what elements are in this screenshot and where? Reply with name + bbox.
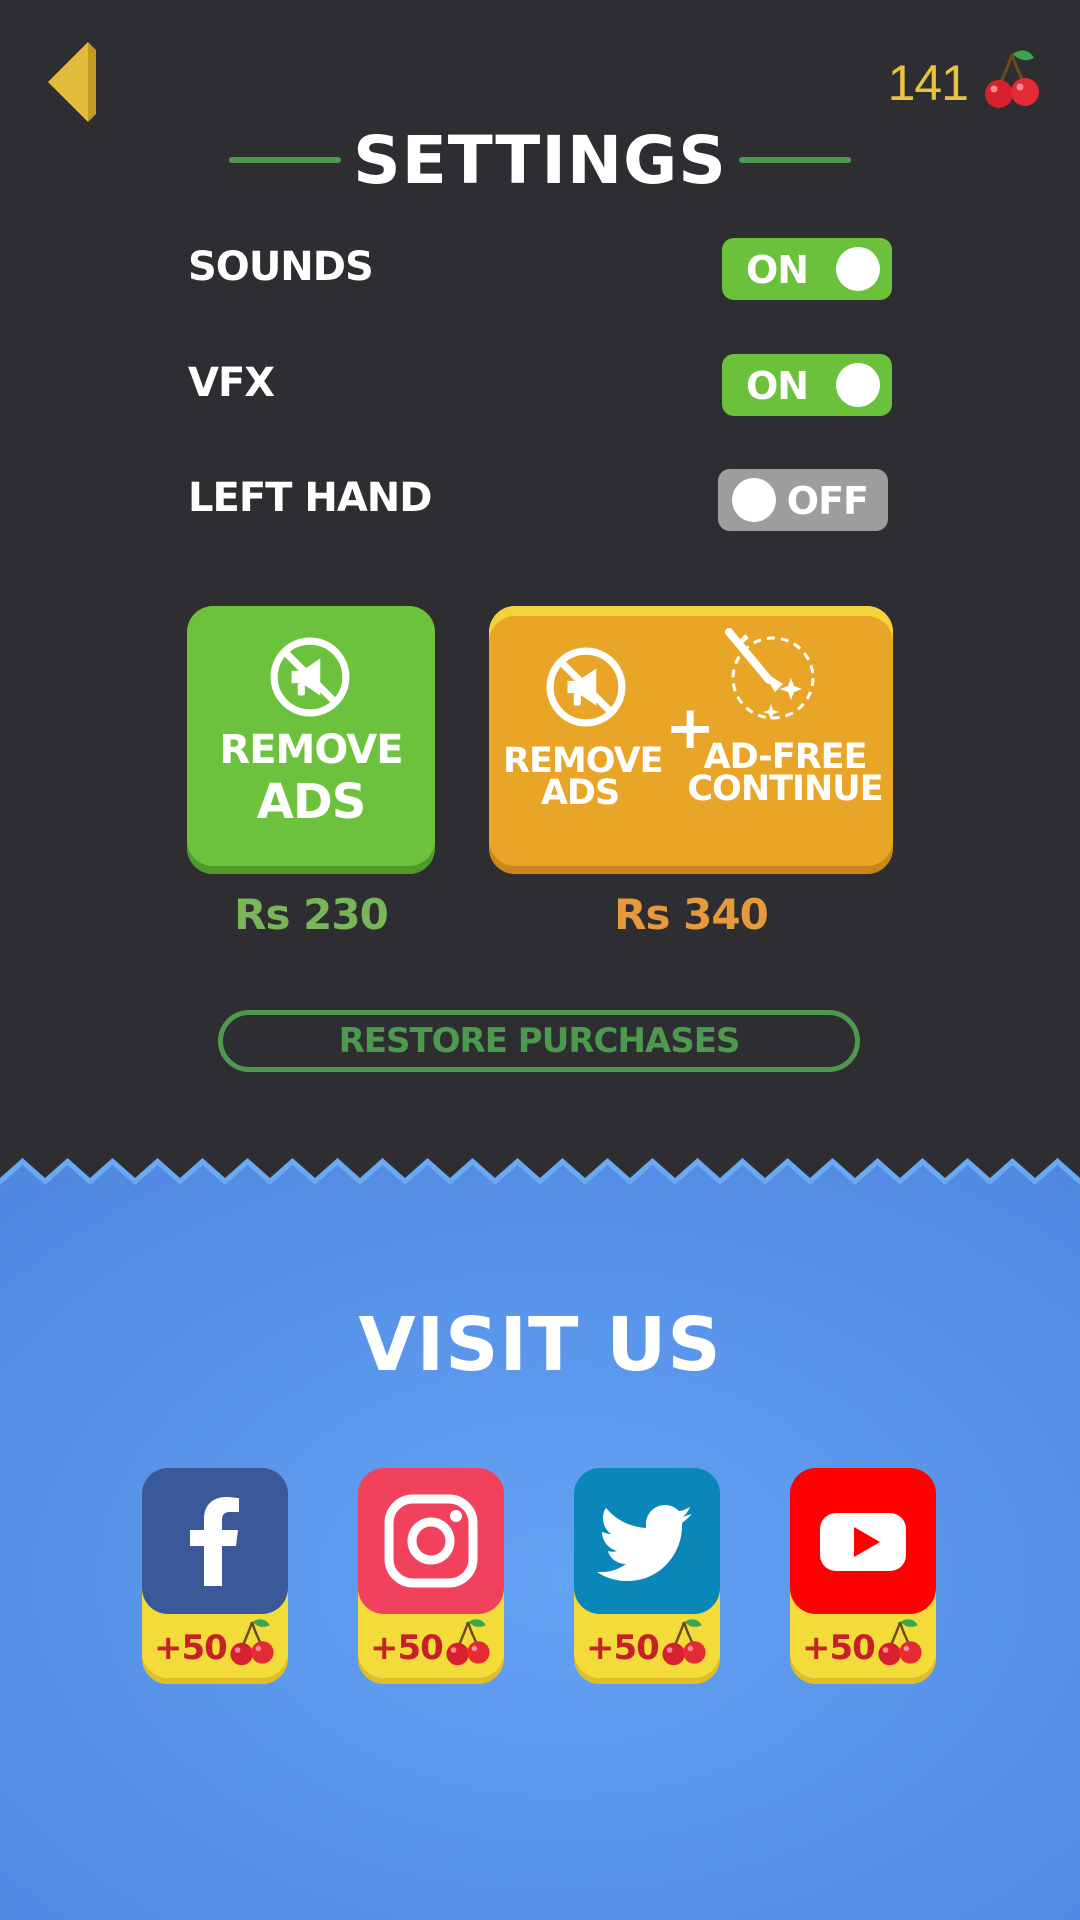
remove-ads-line1: REMOVE	[219, 727, 403, 773]
vfx-toggle[interactable]: ON	[722, 354, 892, 416]
instagram-reward: +50	[370, 1628, 444, 1668]
remove-ads-line2: ADS	[256, 774, 367, 830]
twitter-button[interactable]: +50	[574, 1468, 720, 1684]
cherry-icon	[660, 1616, 708, 1668]
page-title: SETTINGS	[353, 121, 727, 199]
back-button[interactable]	[44, 38, 104, 126]
restore-purchases-label: RESTORE PURCHASES	[338, 1021, 741, 1061]
cherry-icon	[876, 1616, 924, 1668]
instagram-button[interactable]: +50	[358, 1468, 504, 1684]
facebook-reward: +50	[154, 1628, 228, 1668]
twitter-reward: +50	[586, 1628, 660, 1668]
cherry-icon	[982, 48, 1042, 110]
youtube-reward: +50	[802, 1628, 876, 1668]
restore-purchases-button[interactable]: RESTORE PURCHASES	[218, 1010, 860, 1072]
toggle-knob	[836, 363, 880, 407]
sounds-toggle-state: ON	[746, 248, 809, 292]
title-line-right	[738, 157, 851, 163]
left-hand-label: LEFT HAND	[188, 475, 432, 521]
cherry-icon	[228, 1616, 276, 1668]
left-hand-toggle[interactable]: OFF	[718, 469, 888, 531]
bundle-offer-button[interactable]: REMOVE ADS + AD-FREE CONTINUE	[489, 606, 893, 874]
no-ads-megaphone-icon	[545, 646, 627, 728]
sword-sparkle-icon	[725, 628, 815, 720]
instagram-icon	[358, 1468, 504, 1614]
facebook-button[interactable]: +50	[142, 1468, 288, 1684]
visit-us-title: VISIT US	[358, 1302, 722, 1388]
youtube-button[interactable]: +50	[790, 1468, 936, 1684]
vfx-toggle-state: ON	[746, 364, 809, 408]
left-hand-toggle-state: OFF	[786, 479, 869, 523]
settings-header: SETTINGS	[0, 120, 1080, 200]
ad-free-line2: CONTINUE	[687, 769, 883, 809]
toggle-knob	[836, 247, 880, 291]
back-triangle-icon	[48, 42, 96, 122]
no-ads-megaphone-icon	[269, 636, 351, 718]
toggle-knob	[732, 478, 776, 522]
cherry-count: 141	[887, 55, 969, 111]
remove-ads-price: Rs 230	[234, 890, 389, 939]
facebook-icon	[142, 1468, 288, 1614]
bundle-remove-line2: ADS	[540, 773, 620, 813]
sounds-toggle[interactable]: ON	[722, 238, 892, 300]
cherry-icon	[444, 1616, 492, 1668]
title-line-left	[229, 157, 342, 163]
youtube-icon	[790, 1468, 936, 1614]
sounds-label: SOUNDS	[188, 244, 374, 290]
bundle-price: Rs 340	[614, 890, 769, 939]
vfx-label: VFX	[188, 360, 275, 406]
remove-ads-button[interactable]: REMOVE ADS	[187, 606, 435, 874]
twitter-icon	[574, 1468, 720, 1614]
